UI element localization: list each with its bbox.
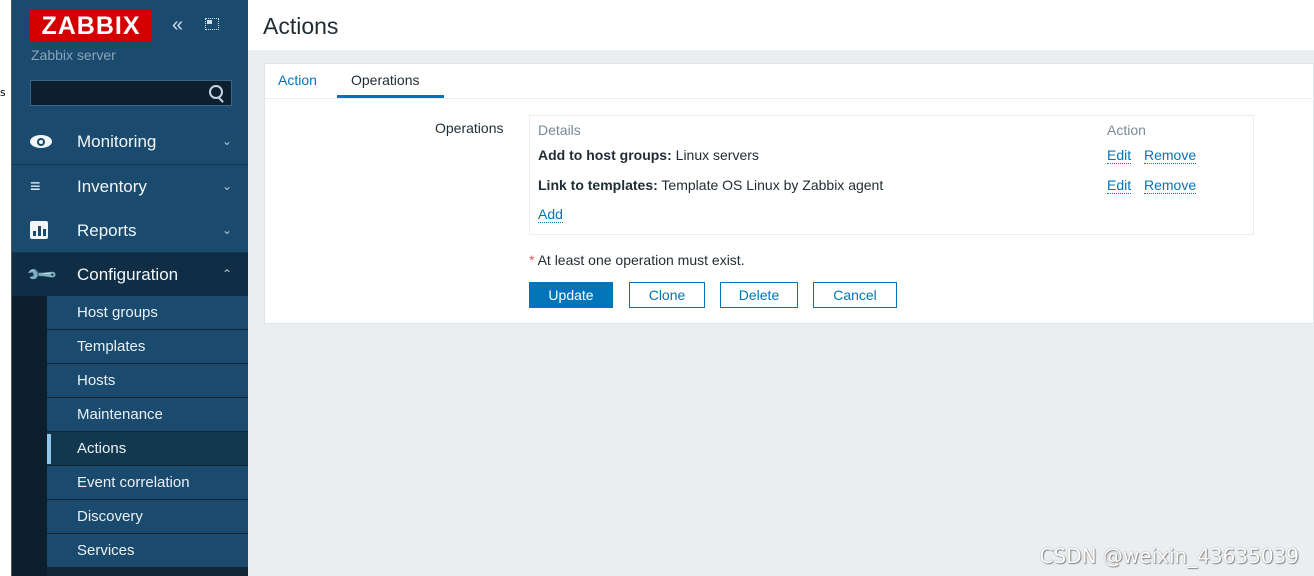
menu-monitoring[interactable]: Monitoring ⌄: [12, 120, 248, 164]
remove-link[interactable]: Remove: [1144, 148, 1197, 164]
submenu-item-event-correlation[interactable]: Event correlation: [47, 466, 248, 500]
operations-label: Operations: [435, 120, 504, 136]
operation-value: Template OS Linux by Zabbix agent: [657, 177, 884, 193]
submenu-item-services[interactable]: Services: [47, 534, 248, 568]
add-operation-link[interactable]: Add: [538, 207, 563, 223]
menu-label: Inventory: [77, 177, 147, 196]
update-button[interactable]: Update: [529, 282, 613, 308]
menu-configuration[interactable]: 🔧 Configuration ⌃: [12, 253, 248, 297]
list-icon: ≡: [30, 176, 41, 196]
column-header-action: Action: [1107, 122, 1146, 138]
table-row: Link to templates: Template OS Linux by …: [538, 177, 883, 193]
submenu-item-templates[interactable]: Templates: [47, 330, 248, 364]
menu-label: Configuration: [77, 265, 179, 284]
delete-button[interactable]: Delete: [720, 282, 798, 308]
server-name: Zabbix server: [31, 47, 116, 63]
left-gutter: s: [0, 0, 12, 576]
clone-button[interactable]: Clone: [629, 282, 705, 308]
menu-label: Reports: [77, 221, 137, 240]
remove-link[interactable]: Remove: [1144, 178, 1197, 194]
bar-chart-icon: [30, 221, 50, 241]
main-content: Actions Action Operations Operations Det…: [248, 0, 1314, 576]
submenu-gutter: [12, 296, 47, 576]
operation-key: Add to host groups:: [538, 147, 672, 163]
column-header-details: Details: [538, 122, 581, 138]
kiosk-mode-icon[interactable]: [205, 18, 219, 30]
submenu-item-host-groups[interactable]: Host groups: [47, 296, 248, 330]
search-icon[interactable]: [209, 85, 223, 99]
operation-value: Linux servers: [671, 147, 759, 163]
sidebar-header: ZABBIX « Zabbix server: [12, 0, 248, 120]
active-tab-indicator: [337, 95, 444, 98]
menu-label: Monitoring: [77, 132, 157, 151]
gutter-glyph: s: [0, 86, 6, 99]
configuration-submenu: Host groups Templates Hosts Maintenance …: [47, 296, 248, 568]
required-note: * At least one operation must exist.: [529, 252, 745, 268]
operation-key: Link to templates:: [538, 177, 658, 193]
edit-link[interactable]: Edit: [1107, 178, 1132, 194]
tab-operations[interactable]: Operations: [351, 72, 419, 88]
page-header: Actions: [248, 0, 1314, 50]
required-note-text: At least one operation must exist.: [537, 252, 745, 268]
operations-table: Details Action Add to host groups: Linux…: [529, 115, 1254, 235]
submenu-item-discovery[interactable]: Discovery: [47, 500, 248, 534]
zabbix-logo[interactable]: ZABBIX: [30, 10, 152, 42]
submenu-item-hosts[interactable]: Hosts: [47, 364, 248, 398]
wrench-icon: 🔧: [25, 258, 60, 292]
collapse-sidebar-icon[interactable]: «: [172, 13, 183, 37]
menu-reports[interactable]: Reports ⌄: [12, 209, 248, 253]
sidebar: ZABBIX « Zabbix server Monitoring ⌄ ≡ In…: [12, 0, 248, 576]
submenu-item-maintenance[interactable]: Maintenance: [47, 398, 248, 432]
chevron-down-icon: ⌄: [221, 223, 232, 237]
action-form-panel: Action Operations Operations Details Act…: [264, 63, 1314, 324]
menu-inventory[interactable]: ≡ Inventory ⌄: [12, 165, 248, 209]
submenu-item-actions[interactable]: Actions: [47, 432, 248, 466]
chevron-down-icon: ⌄: [221, 134, 232, 148]
chevron-down-icon: ⌄: [221, 179, 232, 193]
chevron-up-icon: ⌃: [221, 267, 232, 281]
watermark: CSDN @weixin_43635039: [1039, 544, 1299, 568]
required-asterisk: *: [529, 252, 535, 268]
search-input[interactable]: [30, 80, 232, 106]
edit-link[interactable]: Edit: [1107, 148, 1132, 164]
table-row: Add to host groups: Linux servers: [538, 147, 759, 163]
tab-bar: Action Operations: [265, 64, 1314, 99]
tab-action[interactable]: Action: [278, 72, 317, 88]
eye-icon: [30, 132, 52, 152]
cancel-button[interactable]: Cancel: [813, 282, 897, 308]
page-title: Actions: [263, 13, 339, 39]
